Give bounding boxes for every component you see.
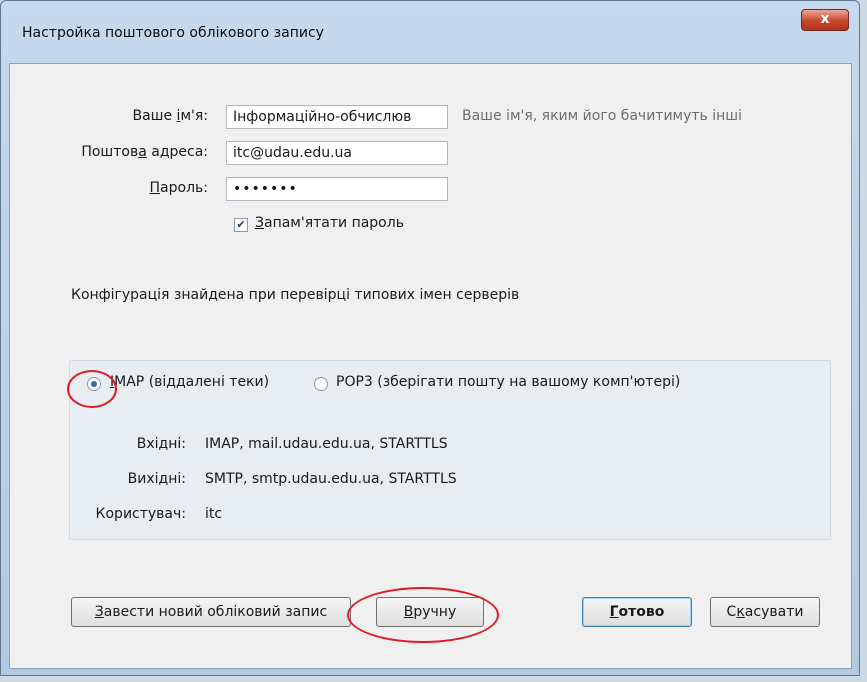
password-label: Пароль: [149, 180, 208, 196]
user-value: itc [205, 506, 223, 522]
password-field[interactable]: ••••••• [226, 177, 448, 201]
name-hint: Ваше ім'я, яким його бачитимуть інші [462, 108, 742, 124]
email-field[interactable]: itc@udau.edu.ua [226, 141, 448, 165]
incoming-label: Вхідні: [136, 436, 186, 452]
remember-password-checkbox[interactable]: ✔ [234, 218, 248, 232]
done-button[interactable]: Готово [582, 597, 692, 627]
pop3-radio-label[interactable]: POP3 (зберігати пошту на вашому комп'юте… [336, 374, 680, 390]
outgoing-value: SMTP, smtp.udau.edu.ua, STARTTLS [205, 471, 457, 487]
close-icon: x [820, 11, 830, 27]
new-account-button[interactable]: Завести новий обліковий запис [71, 597, 351, 627]
remember-password-label[interactable]: Запам'ятати пароль [255, 215, 404, 231]
outgoing-label: Вихідні: [127, 471, 186, 487]
name-field[interactable]: Інформаційно-обчислюв [226, 105, 448, 129]
name-label: Ваше ім'я: [132, 108, 208, 124]
server-config-group: IMAP (віддалені теки) POP3 (зберігати по… [69, 360, 831, 540]
dialog-window: Настройка поштового облікового запису x … [0, 0, 860, 676]
dialog-content: Ваше ім'я: Інформаційно-обчислюв Ваше ім… [9, 63, 852, 669]
config-status-message: Конфігурація знайдена при перевірці типо… [71, 287, 520, 303]
window-title: Настройка поштового облікового запису [22, 25, 324, 41]
pop3-radio[interactable] [314, 377, 328, 391]
manual-config-button[interactable]: Вручну [376, 597, 484, 627]
imap-radio-label[interactable]: IMAP (віддалені теки) [110, 374, 269, 390]
email-label: Поштова адреса: [81, 144, 208, 160]
cancel-button[interactable]: Скасувати [710, 597, 820, 627]
title-bar[interactable]: Настройка поштового облікового запису x [1, 1, 859, 63]
imap-radio[interactable] [87, 377, 101, 391]
incoming-value: IMAP, mail.udau.edu.ua, STARTTLS [205, 436, 448, 452]
user-label: Користувач: [95, 506, 186, 522]
close-button[interactable]: x [801, 9, 849, 31]
